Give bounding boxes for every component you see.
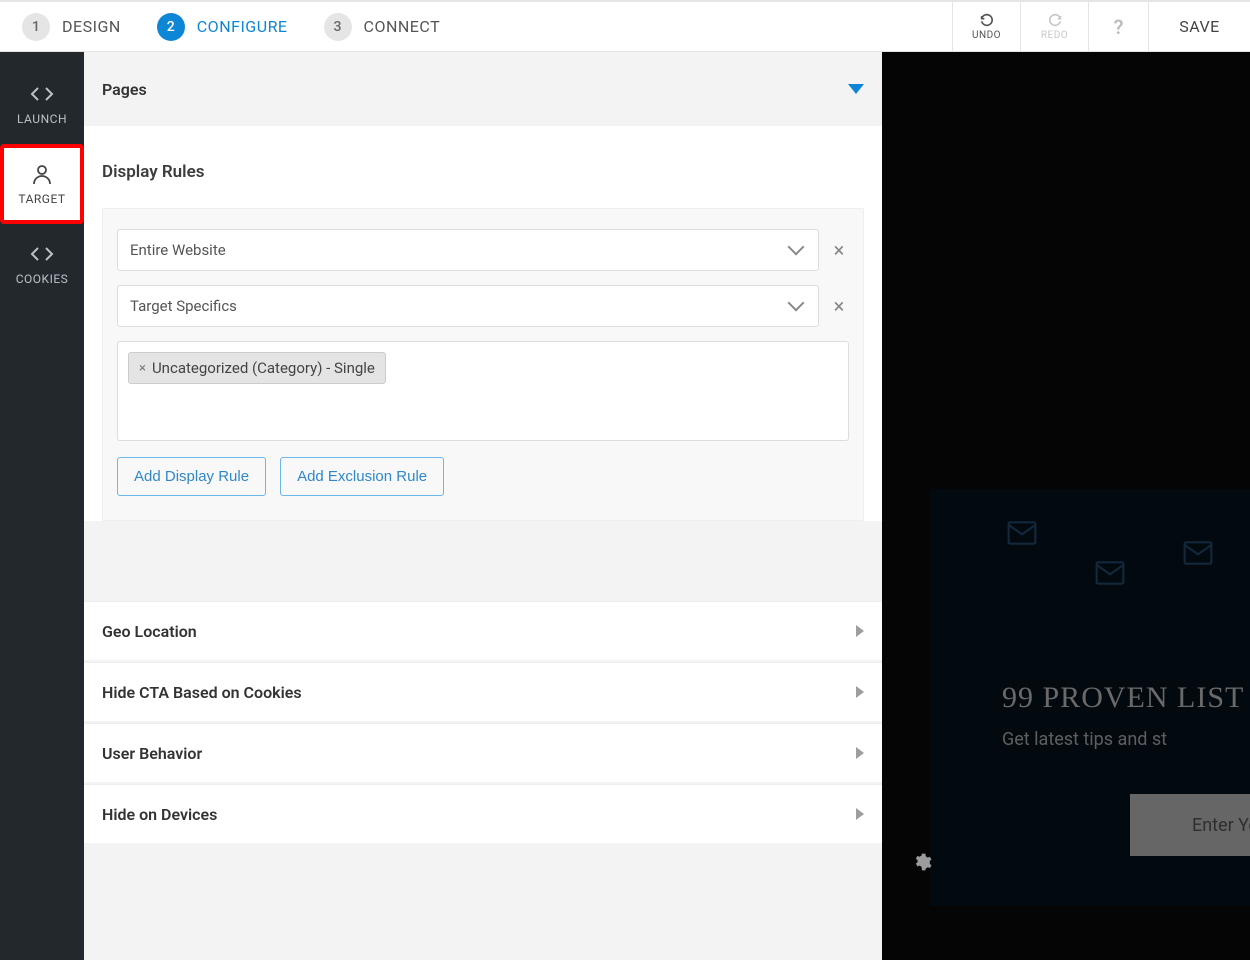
redo-icon (1047, 12, 1063, 28)
add-display-rule-button[interactable]: Add Display Rule (117, 457, 266, 496)
rule-row: Entire Website × (117, 229, 849, 271)
wizard-steps: 1 DESIGN 2 CONFIGURE 3 CONNECT (0, 13, 440, 41)
rail-label: COOKIES (16, 272, 69, 286)
help-icon: ? (1114, 15, 1124, 39)
preview-canvas: 99 PROVEN LIST BUIL Get latest tips and … (882, 52, 1250, 960)
section-title: Pages (102, 80, 147, 99)
section-user-behavior: User Behavior (84, 723, 882, 782)
undo-icon (979, 12, 995, 28)
left-rail: LAUNCH TARGET COOKIES (0, 52, 84, 960)
rule-select-entire-website[interactable]: Entire Website (117, 229, 819, 271)
section-title: Geo Location (102, 622, 197, 641)
rail-item-cookies[interactable]: COOKIES (0, 224, 84, 304)
section-hide-cta-cookies: Hide CTA Based on Cookies (84, 662, 882, 721)
step-label: DESIGN (62, 17, 121, 36)
email-input[interactable]: Enter Your E (1130, 794, 1250, 856)
step-connect[interactable]: 3 CONNECT (324, 13, 441, 41)
section-title: Hide on Devices (102, 805, 217, 824)
display-rules-card: Entire Website × Target Specifics × × (102, 208, 864, 521)
rail-label: LAUNCH (17, 112, 67, 126)
rule-buttons: Add Display Rule Add Exclusion Rule (117, 457, 849, 496)
gear-icon[interactable] (912, 852, 932, 872)
rule-select-target-specifics[interactable]: Target Specifics (117, 285, 819, 327)
redo-label: REDO (1041, 30, 1068, 41)
tag-label: Uncategorized (Category) - Single (152, 359, 375, 377)
specifics-tag-input[interactable]: × Uncategorized (Category) - Single (117, 341, 849, 441)
step-number: 1 (22, 13, 50, 41)
section-pages-body: Display Rules Entire Website × Target Sp… (84, 126, 882, 521)
select-value: Entire Website (130, 241, 226, 259)
rail-item-target[interactable]: TARGET (0, 144, 84, 224)
section-pages-toggle[interactable]: Pages (84, 52, 882, 126)
topbar-actions: UNDO REDO ? SAVE (952, 2, 1250, 51)
remove-rule-button[interactable]: × (829, 238, 849, 262)
rail-item-launch[interactable]: LAUNCH (0, 64, 84, 144)
chevron-right-icon (856, 808, 864, 820)
save-label: SAVE (1179, 17, 1220, 36)
chevron-down-icon (788, 239, 805, 256)
help-button[interactable]: ? (1088, 2, 1148, 51)
step-label: CONNECT (364, 17, 441, 36)
step-configure[interactable]: 2 CONFIGURE (157, 13, 288, 41)
section-title: User Behavior (102, 744, 202, 763)
popup-subheading: Get latest tips and st (1002, 729, 1250, 750)
section-toggle-cookies[interactable]: Hide CTA Based on Cookies (84, 663, 882, 721)
decorative-icons (1002, 517, 1250, 589)
rail-label: TARGET (18, 192, 65, 206)
chevron-right-icon (856, 686, 864, 698)
section-title: Hide CTA Based on Cookies (102, 683, 302, 702)
envelope-icon (1094, 557, 1126, 589)
section-toggle-behavior[interactable]: User Behavior (84, 724, 882, 782)
email-placeholder: Enter Your E (1192, 815, 1250, 836)
redo-button[interactable]: REDO (1020, 2, 1088, 51)
section-toggle-devices[interactable]: Hide on Devices (84, 785, 882, 843)
code-icon (30, 242, 54, 266)
envelope-icon (1182, 537, 1214, 569)
step-label: CONFIGURE (197, 17, 288, 36)
chevron-right-icon (856, 625, 864, 637)
undo-label: UNDO (972, 30, 1001, 41)
popup-preview: 99 PROVEN LIST BUIL Get latest tips and … (930, 489, 1250, 906)
add-exclusion-rule-button[interactable]: Add Exclusion Rule (280, 457, 444, 496)
popup-heading: 99 PROVEN LIST BUIL (1002, 681, 1250, 715)
step-number: 3 (324, 13, 352, 41)
section-toggle-geo[interactable]: Geo Location (84, 602, 882, 660)
display-rules-title: Display Rules (102, 162, 864, 182)
layout: LAUNCH TARGET COOKIES Pages Display Rule… (0, 52, 1250, 960)
remove-tag-icon[interactable]: × (139, 361, 146, 376)
code-icon (30, 82, 54, 106)
step-design[interactable]: 1 DESIGN (22, 13, 121, 41)
config-panel: Pages Display Rules Entire Website × Tar… (84, 52, 882, 960)
tag-uncategorized[interactable]: × Uncategorized (Category) - Single (128, 352, 386, 384)
undo-button[interactable]: UNDO (952, 2, 1020, 51)
envelope-icon (1006, 517, 1038, 549)
remove-rule-button[interactable]: × (829, 294, 849, 318)
section-geo-location: Geo Location (84, 601, 882, 660)
spacer (84, 551, 882, 599)
person-icon (30, 162, 54, 186)
save-button[interactable]: SAVE (1148, 2, 1250, 51)
rule-row: Target Specifics × (117, 285, 849, 327)
topbar: 1 DESIGN 2 CONFIGURE 3 CONNECT UNDO REDO… (0, 0, 1250, 52)
chevron-down-icon (788, 295, 805, 312)
chevron-down-icon (848, 84, 864, 94)
section-hide-devices: Hide on Devices (84, 784, 882, 843)
step-number: 2 (157, 13, 185, 41)
chevron-right-icon (856, 747, 864, 759)
select-value: Target Specifics (130, 297, 237, 315)
